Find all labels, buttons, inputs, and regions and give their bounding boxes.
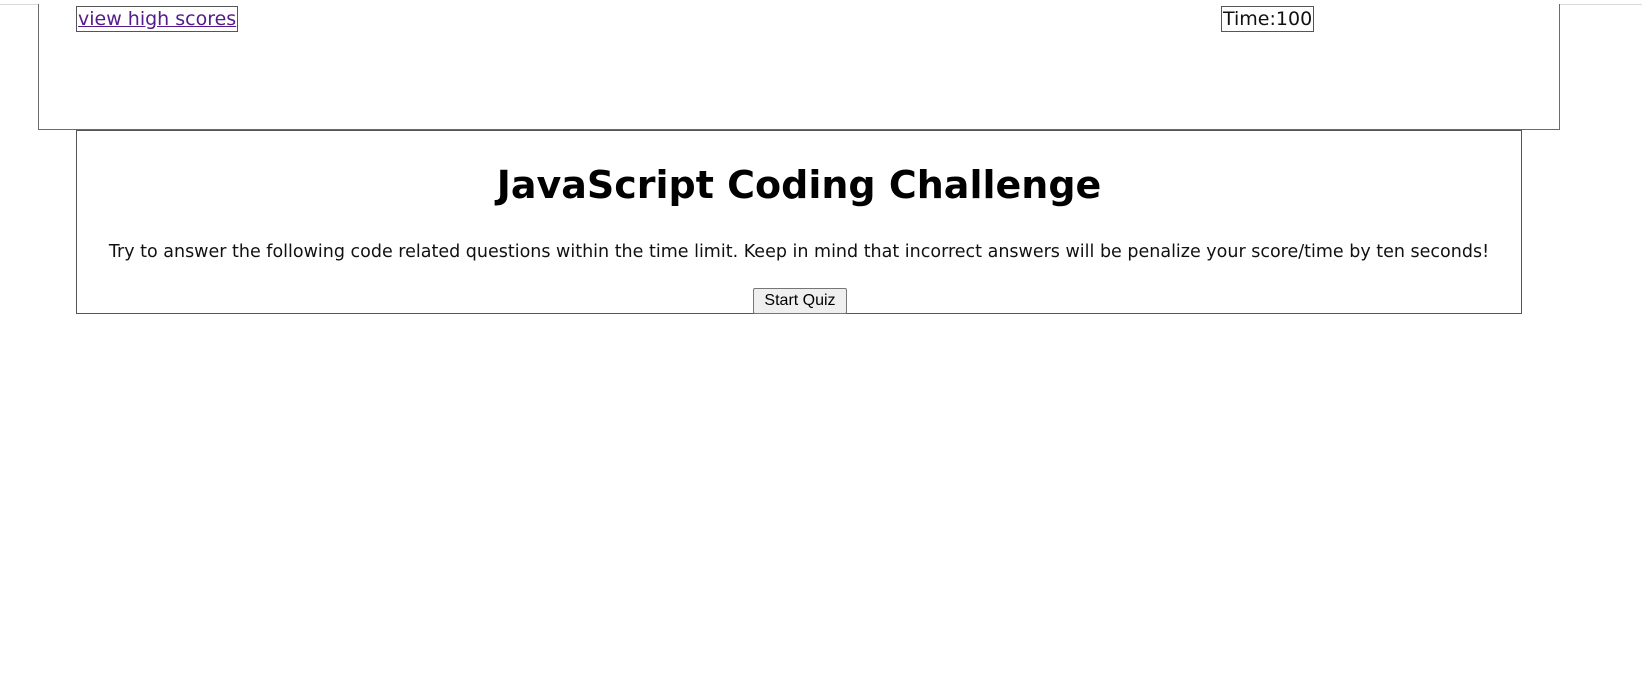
timer-value: 100 (1275, 8, 1313, 30)
intro-panel: JavaScript Coding Challenge Try to answe… (76, 130, 1522, 314)
page-title: JavaScript Coding Challenge (496, 163, 1102, 207)
start-quiz-button[interactable]: Start Quiz (753, 288, 847, 314)
view-high-scores-link[interactable]: view high scores (76, 6, 239, 32)
header (38, 4, 1560, 130)
timer: Time:100 (1221, 6, 1315, 32)
intro-description: Try to answer the following code related… (108, 242, 1490, 262)
timer-label: Time: (1223, 8, 1276, 30)
